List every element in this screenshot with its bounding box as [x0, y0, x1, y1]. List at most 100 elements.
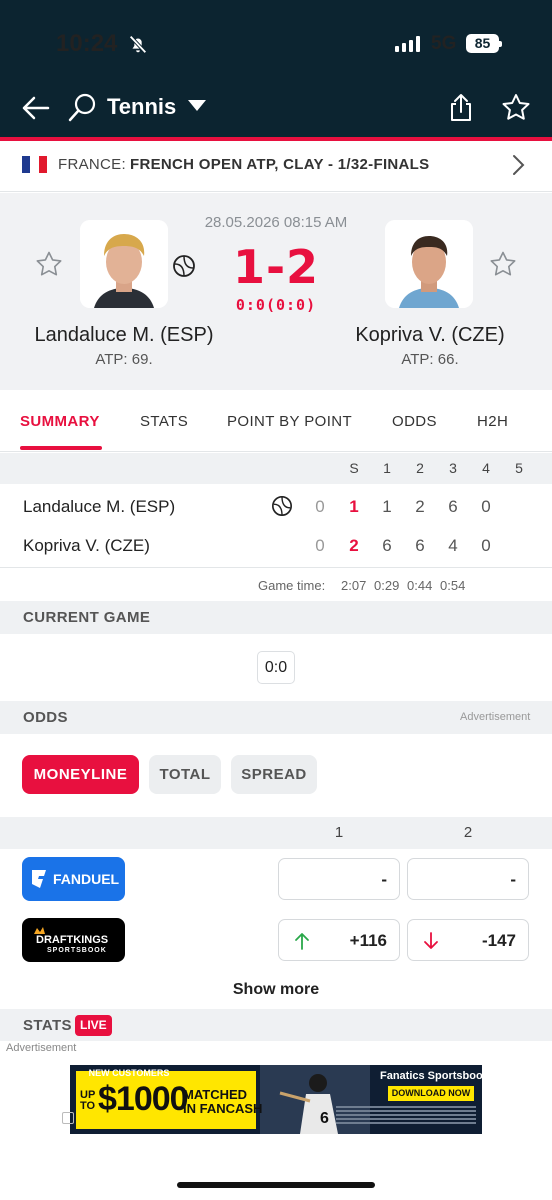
home-set-4: 0 — [481, 497, 491, 516]
away-favorite-star-icon[interactable] — [488, 250, 518, 280]
caret-down-icon[interactable] — [188, 100, 206, 111]
signal-icon — [395, 36, 420, 52]
draftkings-sub-label: SPORTSBOOK — [47, 947, 107, 954]
total-pill[interactable]: TOTAL — [149, 755, 221, 794]
ad-brand: Fanatics Sportsbook — [380, 1070, 489, 1082]
home-favorite-star-icon[interactable] — [34, 250, 64, 280]
col-set-5: 5 — [515, 460, 523, 476]
away-set-2: 6 — [415, 536, 425, 555]
match-score: 1-2 — [232, 240, 320, 294]
ad-download-button[interactable]: DOWNLOAD NOW — [388, 1086, 474, 1101]
serve-indicator-icon — [173, 255, 195, 277]
favorite-star-icon[interactable] — [500, 92, 532, 124]
away-set-4: 0 — [481, 536, 491, 555]
current-game-score: 0:0 — [257, 651, 295, 684]
france-flag-icon — [22, 156, 47, 173]
fanduel-odd-2-value: - — [510, 870, 516, 889]
active-tab-indicator — [20, 446, 102, 450]
game-time-total: 2:07 — [341, 578, 367, 593]
away-set-1: 6 — [382, 536, 392, 555]
away-set-3: 4 — [448, 536, 458, 555]
odds-title: ODDS — [23, 709, 68, 726]
draftkings-odd-2[interactable]: -147 — [407, 919, 529, 961]
show-more-link[interactable]: Show more — [0, 981, 552, 999]
game-time-set-1: 0:29 — [374, 578, 400, 593]
draftkings-odd-2-value: -147 — [481, 931, 516, 950]
home-set-1: 1 — [382, 497, 392, 516]
col-set-1: 1 — [383, 460, 391, 476]
moneyline-pill[interactable]: MONEYLINE — [22, 755, 139, 794]
stats-title: STATS — [23, 1017, 72, 1034]
ad-upto: UP TO — [80, 1089, 96, 1112]
ad-amount: $1000 — [98, 1080, 189, 1118]
home-set-2: 2 — [415, 497, 425, 516]
battery-icon: 85 — [466, 34, 502, 53]
fanduel-odd-1-value: - — [381, 870, 387, 889]
tab-point-by-point[interactable]: POINT BY POINT — [227, 413, 352, 430]
ad-fine-print — [336, 1106, 476, 1130]
share-icon[interactable] — [446, 92, 476, 124]
fanduel-label: FANDUEL — [53, 871, 120, 887]
ad-matched: MATCHED IN FANCASH — [183, 1087, 263, 1116]
tab-h2h[interactable]: H2H — [477, 413, 508, 430]
game-time-set-2: 0:44 — [407, 578, 433, 593]
score-row-away-name: Kopriva V. (CZE) — [23, 536, 150, 555]
tab-summary[interactable]: SUMMARY — [20, 413, 100, 430]
home-player-rank: ATP: 69. — [95, 351, 153, 368]
home-set-3: 6 — [448, 497, 458, 516]
game-time-set-3: 0:54 — [440, 578, 466, 593]
odds-advertisement-label: Advertisement — [460, 711, 531, 723]
home-player-name[interactable]: Landaluce M. (ESP) — [9, 324, 239, 347]
away-player-avatar — [385, 220, 473, 308]
tab-stats[interactable]: STATS — [140, 413, 188, 430]
fanduel-odd-1[interactable]: - — [278, 858, 400, 900]
col-set-2: 2 — [416, 460, 424, 476]
away-sets: 2 — [349, 536, 359, 555]
ad-close-icon[interactable] — [62, 1112, 74, 1124]
fanduel-odd-2[interactable]: - — [407, 858, 529, 900]
game-time-label: Game time: — [258, 578, 326, 593]
home-sets: 1 — [349, 497, 359, 516]
arrow-up-icon — [295, 933, 309, 950]
odds-col-1: 1 — [334, 824, 344, 841]
draftkings-logo[interactable]: DRAFTKINGS SPORTSBOOK — [22, 918, 125, 962]
draftkings-label: DRAFTKINGS — [36, 934, 109, 946]
col-set-3: 3 — [449, 460, 457, 476]
live-badge: LIVE — [75, 1015, 112, 1036]
home-game-points: 0 — [315, 497, 325, 516]
divider — [0, 567, 552, 568]
spread-pill[interactable]: SPREAD — [231, 755, 317, 794]
tournament-name[interactable]: FRENCH OPEN ATP, CLAY - 1/32-FINALS — [130, 156, 429, 173]
col-set-4: 4 — [482, 460, 490, 476]
sport-title[interactable]: Tennis — [107, 94, 176, 120]
arrow-down-icon — [424, 932, 438, 949]
draftkings-odd-1-value: +116 — [349, 931, 387, 950]
score-table-header — [0, 453, 552, 484]
serve-indicator-small-icon — [272, 496, 292, 516]
away-player-name[interactable]: Kopriva V. (CZE) — [315, 324, 545, 347]
status-time: 10:24 — [56, 30, 118, 57]
game-score: 0:0(0:0) — [235, 296, 317, 314]
ad-headline: NEW CUSTOMERS — [88, 1068, 170, 1078]
back-arrow-icon[interactable] — [20, 92, 52, 124]
bell-off-icon — [129, 35, 147, 54]
ad-label: Advertisement — [6, 1042, 77, 1054]
svg-text:6: 6 — [320, 1110, 329, 1127]
away-game-points: 0 — [315, 536, 325, 555]
away-player-rank: ATP: 66. — [401, 351, 459, 368]
score-row-home-name: Landaluce M. (ESP) — [23, 497, 176, 516]
draftkings-odd-1[interactable]: +116 — [278, 919, 400, 961]
tournament-country: FRANCE: — [58, 156, 126, 173]
odds-col-2: 2 — [463, 824, 473, 841]
chevron-right-icon[interactable] — [510, 153, 526, 177]
fanduel-logo[interactable]: FANDUEL — [22, 857, 125, 901]
current-game-title: CURRENT GAME — [23, 609, 151, 626]
network-label: 5G — [431, 33, 457, 54]
home-indicator[interactable] — [177, 1182, 375, 1188]
tennis-racket-icon[interactable] — [66, 92, 98, 124]
tab-odds[interactable]: ODDS — [392, 413, 437, 430]
col-sets: S — [349, 460, 359, 476]
home-player-photo[interactable] — [80, 220, 168, 308]
away-player-photo[interactable] — [385, 220, 473, 308]
home-player-avatar — [80, 220, 168, 308]
